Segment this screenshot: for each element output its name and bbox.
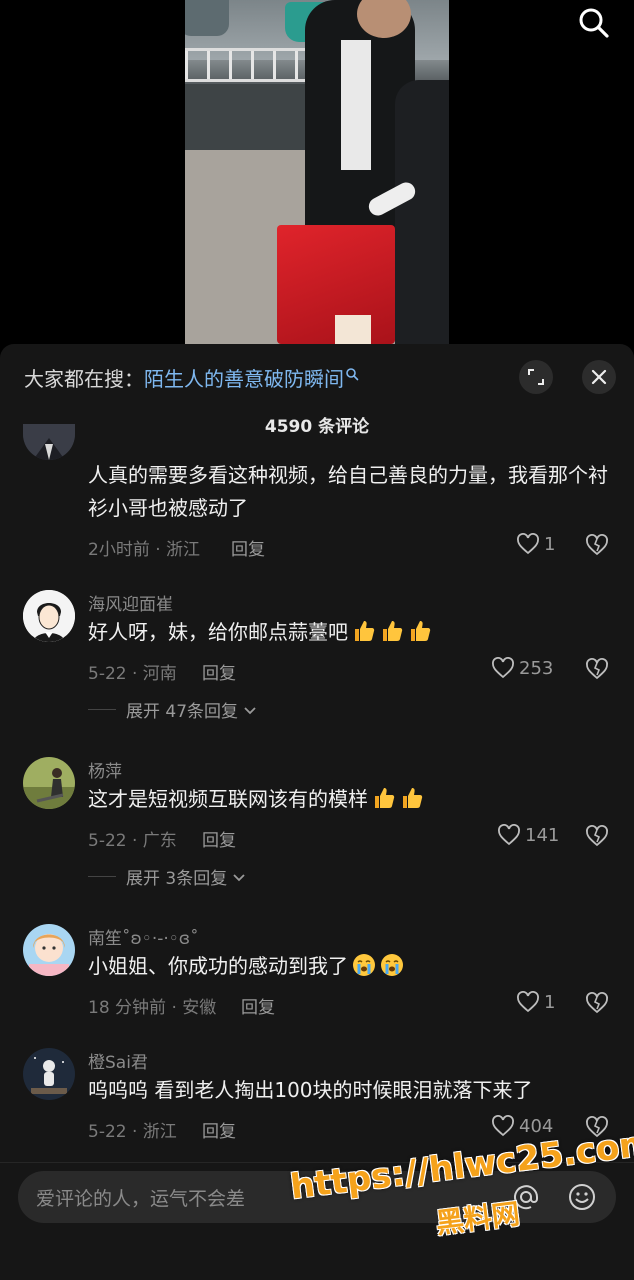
comment-sheet: 大家都在搜：陌生人的善意破防瞬间 4590 条评论 人真的需要多看这种视频，给自… [0, 344, 634, 1280]
comment-input-bar: 爱评论的人，运气不会差 [0, 1162, 634, 1280]
comment-time-location: 5-22 · 浙江 [88, 1122, 177, 1142]
video-girl [395, 80, 449, 344]
reply-button[interactable]: 回复 [231, 535, 265, 560]
video-player[interactable] [0, 0, 634, 344]
like-count: 1 [544, 533, 556, 555]
avatar[interactable] [23, 590, 75, 642]
search-icon[interactable] [576, 5, 612, 41]
at-icon[interactable] [512, 1183, 540, 1211]
comment-item: 海风迎面崔 好人呀，妹，给你邮点蒜薹吧 5-22 · 河南 回复 253 展开 … [0, 588, 634, 728]
close-button[interactable] [582, 360, 616, 394]
broken-heart-icon[interactable] [585, 824, 609, 848]
commenter-name[interactable]: 海风迎面崔 [88, 590, 173, 615]
comment-text: 这才是短视频互联网该有的模样 [88, 787, 368, 811]
comment-time-location: 5-22 · 河南 [88, 664, 177, 684]
divider-line [88, 876, 116, 877]
video-box-label [335, 315, 371, 344]
like-button[interactable]: 404 [491, 1115, 553, 1137]
comment-time-location: 18 分钟前 · 安徽 [88, 998, 217, 1018]
fullscreen-icon [528, 369, 544, 385]
chevron-down-icon [233, 873, 245, 881]
thumbs-up-emoji [375, 788, 395, 808]
reply-button[interactable]: 回复 [202, 826, 236, 851]
comment-time-location: 5-22 · 广东 [88, 831, 177, 851]
commenter-name[interactable]: 橙Sai君 [88, 1048, 148, 1073]
chevron-down-icon [244, 706, 256, 714]
thumbs-up-emoji [403, 788, 423, 808]
like-button[interactable]: 141 [497, 824, 559, 846]
video-frame[interactable] [185, 0, 449, 344]
commenter-name[interactable]: 南笙˚ʚ◦·-·◦ɞ˚ [88, 924, 199, 949]
crying-face-emoji [381, 954, 403, 976]
comment-text: 人真的需要多看这种视频，给自己善良的力量，我看那个衬衫小哥也被感动了 [88, 463, 608, 520]
expand-replies-label: 展开 47条回复 [126, 702, 239, 722]
smiley-icon[interactable] [568, 1183, 596, 1211]
fullscreen-button[interactable] [519, 360, 553, 394]
comment-item: 南笙˚ʚ◦·-·◦ɞ˚ 小姐姐、你成功的感动到我了 18 分钟前 · 安徽 回复… [0, 922, 634, 1022]
thumbs-up-emoji [411, 621, 431, 641]
broken-heart-icon[interactable] [585, 657, 609, 681]
broken-heart-icon[interactable] [585, 991, 609, 1015]
search-icon [346, 368, 359, 381]
commenter-name[interactable]: 杨萍 [88, 757, 122, 782]
comment-input-placeholder: 爱评论的人，运气不会差 [36, 1188, 246, 1210]
comment-text-row: 这才是短视频互联网该有的模样 [88, 783, 608, 816]
reply-button[interactable]: 回复 [202, 659, 236, 684]
comment-item: 橙Sai君 呜呜呜 看到老人掏出100块的时候眼泪就落下来了 5-22 · 浙江… [0, 1046, 634, 1156]
video-shirt [341, 40, 371, 170]
avatar[interactable] [23, 924, 75, 976]
avatar[interactable] [23, 424, 75, 460]
like-count: 404 [519, 1115, 554, 1137]
comment-text: 好人呀，妹，给你邮点蒜薹吧 [88, 620, 348, 644]
video-car [185, 0, 229, 36]
comment-count: 4590 条评论 [264, 417, 370, 437]
like-count: 141 [525, 824, 560, 846]
broken-heart-icon[interactable] [585, 1115, 609, 1139]
comment-item: 杨萍 这才是短视频互联网该有的模样 5-22 · 广东 回复 141 展开 3条… [0, 755, 634, 895]
avatar[interactable] [23, 757, 75, 809]
search-suggestion-prefix: 大家都在搜： [24, 367, 144, 391]
comment-text: 小姐姐、你成功的感动到我了 [88, 954, 348, 978]
expand-replies-button[interactable]: 展开 47条回复 [88, 697, 258, 722]
heart-icon [492, 1115, 514, 1137]
comment-item: 人真的需要多看这种视频，给自己善良的力量，我看那个衬衫小哥也被感动了 2小时前 … [0, 424, 634, 564]
expand-replies-button[interactable]: 展开 3条回复 [88, 864, 247, 889]
thumbs-up-emoji [355, 621, 375, 641]
reply-button[interactable]: 回复 [202, 1117, 236, 1142]
heart-icon [492, 657, 514, 679]
comment-text-row: 好人呀，妹，给你邮点蒜薹吧 [88, 616, 608, 649]
comment-text-row: 小姐姐、你成功的感动到我了 [88, 950, 608, 983]
close-icon [591, 369, 607, 385]
search-suggestion-keyword[interactable]: 陌生人的善意破防瞬间 [144, 367, 344, 391]
comment-input[interactable]: 爱评论的人，运气不会差 [18, 1171, 616, 1223]
like-count: 253 [519, 657, 554, 679]
like-count: 1 [544, 991, 556, 1013]
comment-text: 呜呜呜 看到老人掏出100块的时候眼泪就落下来了 [88, 1078, 533, 1102]
broken-heart-icon[interactable] [585, 533, 609, 557]
thumbs-up-emoji [383, 621, 403, 641]
comment-time-location: 2小时前 · 浙江 [88, 540, 201, 560]
heart-icon [517, 533, 539, 555]
reply-button[interactable]: 回复 [241, 993, 275, 1018]
expand-replies-label: 展开 3条回复 [126, 869, 228, 889]
like-button[interactable]: 1 [516, 991, 555, 1013]
heart-icon [517, 991, 539, 1013]
like-button[interactable]: 1 [516, 533, 555, 555]
search-suggestion[interactable]: 大家都在搜：陌生人的善意破防瞬间 [24, 366, 359, 392]
crying-face-emoji [353, 954, 375, 976]
avatar[interactable] [23, 1048, 75, 1100]
heart-icon [498, 824, 520, 846]
divider-line [88, 709, 116, 710]
like-button[interactable]: 253 [491, 657, 553, 679]
